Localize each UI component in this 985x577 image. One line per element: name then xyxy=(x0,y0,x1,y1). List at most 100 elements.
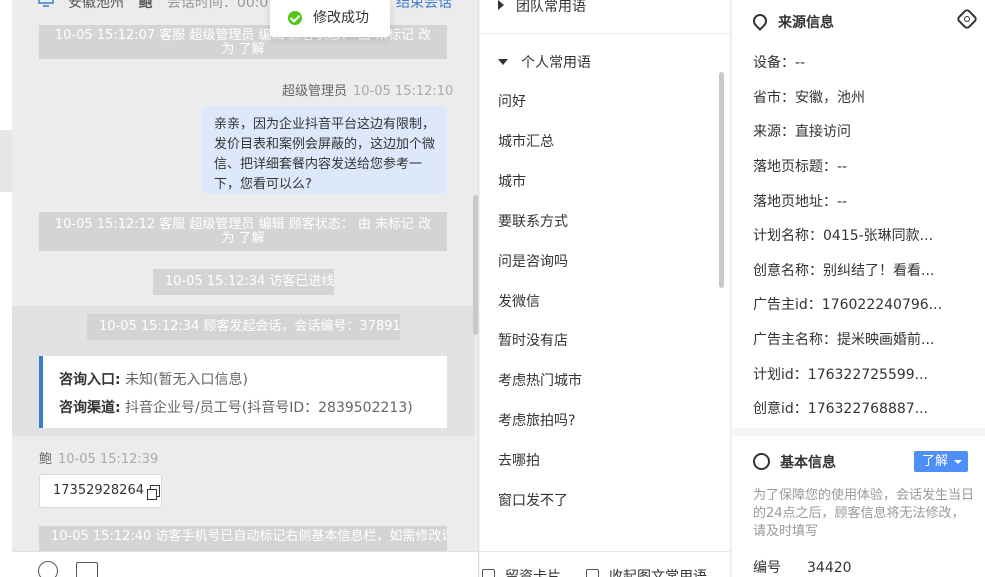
phone-message[interactable]: 17352928264 xyxy=(39,474,162,508)
system-message: 10-05 15:12:12 客服 超级管理员 编辑 顾客状态： 由 未标记 改… xyxy=(39,212,447,251)
message-time: 10-05 15:12:10 xyxy=(353,84,454,99)
field-label: 省市： xyxy=(753,90,795,106)
field-label: 计划id： xyxy=(753,367,808,383)
outgoing-message-bubble: 亲亲，因为企业抖音平台这边有限制，发价目表和案例会屏蔽的，这边加个微信、把详细套… xyxy=(202,106,447,194)
info-field-device: 设备：-- xyxy=(753,52,805,72)
document-icon xyxy=(482,569,495,577)
success-icon xyxy=(288,11,302,25)
phrase-item[interactable]: 要联系方式 xyxy=(498,211,568,231)
field-label: 广告主名称： xyxy=(753,332,837,348)
lead-card-button[interactable]: 留资卡片 xyxy=(482,566,561,577)
field-value: 直接访问 xyxy=(795,124,851,140)
info-field-city: 省市：安徽，池州 xyxy=(753,87,865,107)
field-label: 创意名称： xyxy=(753,263,823,279)
lead-card-label: 留资卡片 xyxy=(505,569,561,577)
system-message: 10-05 15:12:34 顾客发起会话，会话编号：37891 xyxy=(87,314,401,340)
basic-info-title: 基本信息 xyxy=(753,452,836,472)
info-field-landing-url: 落地页地址：-- xyxy=(753,191,847,211)
entry-label: 咨询入口: xyxy=(59,372,121,388)
phrases-footer: 留资卡片 收起图文常用语 xyxy=(480,551,730,577)
source-info-title: 来源信息 xyxy=(750,11,834,32)
section-divider xyxy=(732,428,985,436)
user-circle-icon xyxy=(753,453,770,470)
field-value: 安徽，池州 xyxy=(795,90,865,106)
info-field-plan-id: 计划id：176322725599... xyxy=(753,364,928,384)
session-time: 会话时间：00:01 xyxy=(166,0,278,11)
phrase-item[interactable]: 城市 xyxy=(498,171,526,191)
settings-hex-icon[interactable] xyxy=(955,7,979,31)
basic-title-text: 基本信息 xyxy=(780,455,836,471)
team-phrases-group[interactable]: 团队常用语 xyxy=(498,0,586,16)
source-title-text: 来源信息 xyxy=(778,15,834,31)
field-label: 创意id： xyxy=(753,401,808,417)
channel-value: 抖音企业号/员工号(抖音号ID：2839502213) xyxy=(125,400,413,416)
info-edit-note: 为了保障您的使用体验，会话发生当日的24点之后，顾客信息将无法修改，请及时填写 xyxy=(753,488,975,539)
copy-icon[interactable] xyxy=(147,485,160,500)
consultation-entry-card: 咨询入口: 未知(暂无入口信息) 咨询渠道: 抖音企业号/员工号(抖音号ID：2… xyxy=(39,356,447,428)
field-value: 176322768887... xyxy=(807,401,929,417)
phrase-item[interactable]: 去哪拍 xyxy=(498,450,540,470)
monitor-icon xyxy=(38,0,54,7)
field-value: 提米映画婚前... xyxy=(837,332,935,348)
phone-number: 17352928264 xyxy=(53,483,144,498)
collapse-phrases-button[interactable]: 收起图文常用语 xyxy=(586,566,707,577)
left-sidebar-edge xyxy=(0,0,12,577)
message-sender: 超级管理员 10-05 15:12:10 xyxy=(282,80,453,99)
message-sender: 鲍 10-05 15:12:39 xyxy=(39,448,158,467)
system-message: 10-05 15:12:40 访客手机号已自动标记右侧基本信息栏，如需修改请在右… xyxy=(39,526,447,552)
personal-phrases-group[interactable]: 个人常用语 xyxy=(498,52,591,72)
toast-text: 修改成功 xyxy=(313,10,369,26)
field-label: 来源： xyxy=(753,124,795,140)
phrase-item[interactable]: 问是咨询吗 xyxy=(498,251,568,271)
sender-name: 超级管理员 xyxy=(282,84,348,99)
info-field-landing-title: 落地页标题：-- xyxy=(753,156,847,176)
channel-label: 咨询渠道: xyxy=(59,400,121,416)
info-field-advertiser-id: 广告主id：176022240796... xyxy=(753,294,942,314)
phrase-item[interactable]: 窗口发不了 xyxy=(498,490,568,510)
field-value: 176022240796... xyxy=(821,297,943,313)
caret-right-icon xyxy=(498,0,504,10)
caret-down-icon xyxy=(498,59,508,65)
success-toast: 修改成功 xyxy=(270,0,390,37)
phrase-item[interactable]: 问好 xyxy=(498,91,526,111)
phrase-item[interactable]: 暂时没有店 xyxy=(498,330,568,350)
location-pin-icon xyxy=(750,11,770,31)
phrases-scrollbar[interactable] xyxy=(719,72,724,288)
chat-panel: 安徽池州 鲍 会话时间：00:01 结束会话 10-05 15:12:07 客服… xyxy=(12,0,479,577)
field-value: 0415-张琳同款... xyxy=(823,228,934,244)
phrase-item[interactable]: 发微信 xyxy=(498,291,540,311)
chat-scrollbar[interactable] xyxy=(473,195,478,335)
phrase-item[interactable]: 考虑旅拍吗? xyxy=(498,410,575,430)
message-time: 10-05 15:12:39 xyxy=(58,452,159,467)
field-label: 落地页标题： xyxy=(753,159,837,175)
divider xyxy=(480,33,730,34)
field-label: 设备： xyxy=(753,55,795,71)
phrase-item[interactable]: 考虑热门城市 xyxy=(498,370,582,390)
info-field-number: 编号 34420 xyxy=(753,557,852,577)
field-label: 编号 xyxy=(753,560,781,576)
customer-info-panel: 来源信息 设备：-- 省市：安徽，池州 来源：直接访问 落地页标题：-- 落地页… xyxy=(732,0,985,577)
system-message: 10-05 15:12:34 访客已进线 xyxy=(153,269,334,295)
customer-status-dropdown[interactable]: 了解 xyxy=(914,451,968,472)
field-value: -- xyxy=(837,194,848,210)
chat-toolbar xyxy=(12,551,478,577)
visitor-name: 鲍 xyxy=(138,0,153,11)
visitor-location: 安徽池州 xyxy=(68,0,124,11)
collapse-phrases-label: 收起图文常用语 xyxy=(609,569,707,577)
field-value: -- xyxy=(837,159,848,175)
info-field-creative-id: 创意id：176322768887... xyxy=(753,398,928,418)
end-session-button[interactable]: 结束会话 xyxy=(396,0,452,12)
entry-value: 未知(暂无入口信息) xyxy=(125,372,248,388)
field-label: 落地页地址： xyxy=(753,194,837,210)
info-field-source: 来源：直接访问 xyxy=(753,121,851,141)
chevron-down-icon xyxy=(954,460,962,464)
image-icon[interactable] xyxy=(76,562,98,577)
field-value: 别纠结了！看看... xyxy=(823,263,935,279)
group-label: 团队常用语 xyxy=(516,0,586,15)
group-label: 个人常用语 xyxy=(521,55,591,71)
emoji-icon[interactable] xyxy=(38,561,58,577)
info-field-creative-name: 创意名称：别纠结了！看看... xyxy=(753,260,934,280)
phrase-item[interactable]: 城市汇总 xyxy=(498,131,554,151)
field-value: -- xyxy=(795,55,806,71)
field-value[interactable]: 34420 xyxy=(807,560,852,576)
